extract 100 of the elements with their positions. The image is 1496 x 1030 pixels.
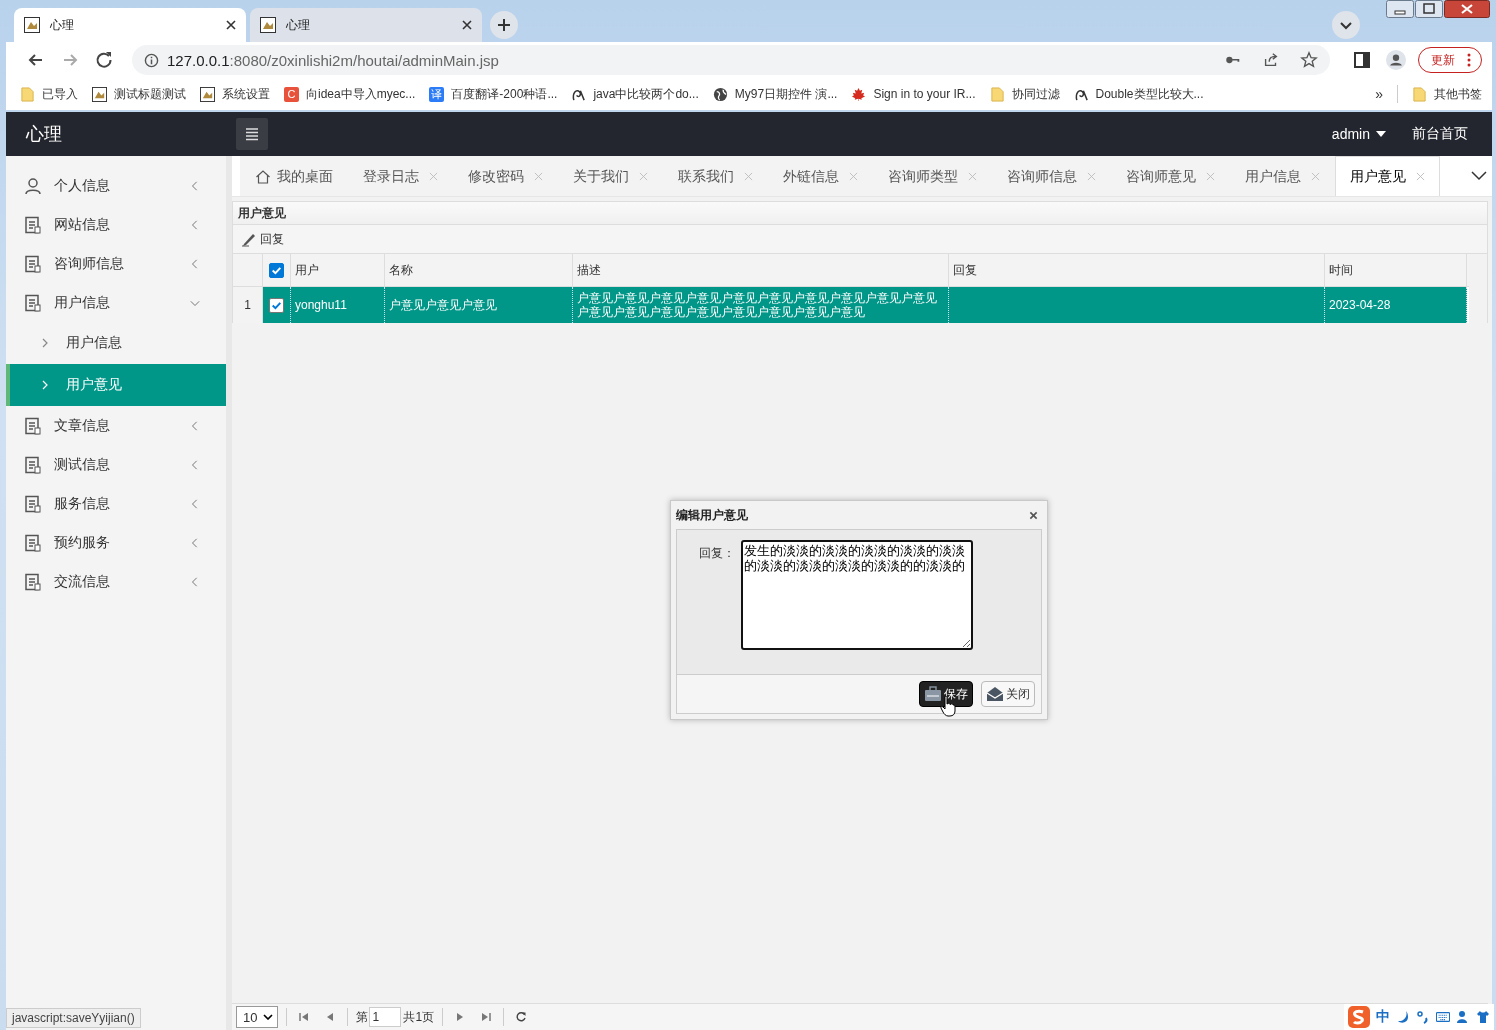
pen-icon xyxy=(241,231,257,247)
front-page-link[interactable]: 前台首页 xyxy=(1412,125,1468,143)
bookmark[interactable]: 系统设置 xyxy=(200,85,270,103)
image-icon xyxy=(200,86,215,102)
chevron-down-icon[interactable] xyxy=(1332,11,1360,39)
more-bookmarks[interactable]: » xyxy=(1375,86,1383,102)
bookmark[interactable]: java中比较两个do... xyxy=(571,85,699,103)
page-tab[interactable]: 联系我们 xyxy=(663,156,768,196)
caret-icon[interactable] xyxy=(1376,131,1386,137)
page-tab[interactable]: 我的桌面 xyxy=(240,156,348,196)
table-cell-text: 户意见户意见户意见户意见户意见户意见户意见户意见户意见户意见户意见户意见户意见户意见户意见户意见户意见户意见 xyxy=(577,290,938,320)
bookmark[interactable]: Sign in to your IR... xyxy=(851,86,976,102)
checkbox[interactable] xyxy=(269,262,284,278)
bookmark[interactable]: My97日期控件 演... xyxy=(712,85,838,103)
sidebar-item[interactable]: 服务信息 xyxy=(6,484,226,523)
moon-icon[interactable] xyxy=(1396,1010,1410,1024)
status-url: javascript:saveYyijian() xyxy=(6,1008,141,1028)
column-header[interactable]: 名称 xyxy=(385,254,573,286)
table-cell: 户意见户意见户意见 xyxy=(389,297,497,313)
close-button[interactable]: 关闭 xyxy=(981,681,1035,707)
refresh-icon[interactable] xyxy=(515,1011,528,1023)
punctuation-icon[interactable] xyxy=(1416,1010,1430,1024)
share-icon[interactable] xyxy=(1262,51,1280,69)
close-window-icon[interactable] xyxy=(1444,0,1490,18)
page-field[interactable]: 1 xyxy=(369,1007,402,1027)
bookmark[interactable]: Double类型比较大... xyxy=(1073,85,1204,103)
page-tab[interactable]: 外链信息 xyxy=(768,156,873,196)
avatar-icon[interactable] xyxy=(1386,50,1406,70)
checkbox[interactable] xyxy=(269,297,284,313)
browser-tab[interactable]: 心理 xyxy=(250,8,482,42)
shirt-icon[interactable] xyxy=(1476,1010,1490,1024)
info-icon xyxy=(144,52,159,68)
column-header[interactable]: 时间 xyxy=(1325,254,1467,286)
sidebar-item[interactable]: 个人信息 xyxy=(6,166,226,205)
reload-icon[interactable] xyxy=(94,50,114,70)
bookmark-label: 百度翻译-200种语... xyxy=(451,85,558,103)
sidebar-item[interactable]: 交流信息 xyxy=(6,562,226,601)
first-page-icon[interactable] xyxy=(298,1011,311,1023)
bookmark-label: 系统设置 xyxy=(222,85,270,103)
table-cell: 2023-04-28 xyxy=(1329,297,1391,313)
sidebar-item[interactable]: 用户信息 xyxy=(6,283,226,322)
user-menu[interactable]: admin xyxy=(1331,126,1370,142)
bookmark[interactable]: 已导入 xyxy=(20,85,78,103)
folder-icon xyxy=(1412,86,1427,102)
bookmark[interactable]: 协同过滤 xyxy=(989,85,1060,103)
update-button[interactable]: 更新 xyxy=(1418,47,1482,73)
more-icon[interactable] xyxy=(1467,53,1471,67)
last-page-icon[interactable] xyxy=(480,1011,493,1023)
page-tab[interactable]: 修改密码 xyxy=(453,156,558,196)
page-tab[interactable]: 登录日志 xyxy=(348,156,453,196)
page-size-select[interactable]: 10 xyxy=(236,1006,279,1028)
page-tab[interactable]: 咨询师信息 xyxy=(992,156,1111,196)
column-header[interactable]: 描述 xyxy=(573,254,949,286)
page-tab[interactable]: 用户信息 xyxy=(1230,156,1335,196)
maximize-icon[interactable] xyxy=(1415,0,1443,18)
close-icon[interactable] xyxy=(1029,510,1038,520)
bookmark-logo: 译 xyxy=(429,86,445,102)
sidebar-item[interactable]: 文章信息 xyxy=(6,406,226,445)
document-icon xyxy=(24,455,42,474)
user-icon[interactable] xyxy=(1456,1010,1470,1024)
keyboard-icon[interactable] xyxy=(1436,1010,1450,1024)
bookmark[interactable]: 测试标题测试 xyxy=(92,85,186,103)
page-tab[interactable]: 咨询师意见 xyxy=(1111,156,1230,196)
close-icon[interactable] xyxy=(226,20,236,30)
panel-title: 用户意见 xyxy=(232,201,1488,225)
maple-leaf-icon xyxy=(851,86,867,102)
bookmark[interactable]: 译 百度翻译-200种语... xyxy=(429,85,558,103)
input-method-logo-icon[interactable] xyxy=(1348,1006,1370,1028)
browser-tab[interactable]: 心理 xyxy=(14,8,246,42)
sidebar-item[interactable]: 测试信息 xyxy=(6,445,226,484)
bookmark-label: 协同过滤 xyxy=(1011,85,1060,103)
sidebar-subitem[interactable]: 用户信息 xyxy=(6,322,226,364)
bookmark-label: 测试标题测试 xyxy=(114,85,186,103)
sidebar-item[interactable]: 咨询师信息 xyxy=(6,244,226,283)
column-header[interactable]: 用户 xyxy=(291,254,385,286)
menu-icon[interactable] xyxy=(236,118,268,150)
address-field[interactable]: 127.0.0.1:8080/z0xinlishi2m/houtai/adminMain.jsp xyxy=(132,45,1330,75)
dialog-title: 编辑用户意见 xyxy=(676,506,748,524)
bookmark[interactable]: 其他书签 xyxy=(1412,85,1482,103)
field-label: 回复： xyxy=(699,545,735,562)
minimize-icon[interactable] xyxy=(1386,0,1414,18)
star-icon[interactable] xyxy=(1300,51,1318,69)
column-header[interactable]: 回复 xyxy=(949,254,1325,286)
page-tab[interactable]: 咨询师类型 xyxy=(873,156,992,196)
sidebar-item[interactable]: 预约服务 xyxy=(6,523,226,562)
sidebar-item[interactable]: 网站信息 xyxy=(6,205,226,244)
reply-button[interactable]: 回复 xyxy=(237,228,288,250)
sidebar-subitem[interactable]: 用户意见 xyxy=(6,364,226,406)
new-tab-icon[interactable] xyxy=(490,11,518,39)
page-tab[interactable]: 关于我们 xyxy=(558,156,663,196)
home-icon xyxy=(255,168,271,185)
bookmark[interactable]: C 向idea中导入myec... xyxy=(284,85,416,103)
input-mode[interactable]: 中 xyxy=(1376,1008,1390,1026)
table-row[interactable]: 1 yonghu11 户意见户意见户意见 户意见户意见户意见户意见户意见户意见户意见户意见户意见户意见户意见户意见户意见户意见户意见户意见户意见户意见 2023-04-28 xyxy=(233,287,1469,323)
document-icon xyxy=(24,416,42,435)
row-number: 1 xyxy=(233,287,263,323)
close-icon[interactable] xyxy=(462,20,472,30)
page-tab[interactable]: 用户意见 xyxy=(1335,156,1440,196)
side-panel-icon[interactable] xyxy=(1352,50,1372,70)
reply-field[interactable]: 发生的淡淡的淡淡的淡淡的淡淡的淡淡的淡淡的淡淡的淡淡的淡淡的的淡淡的 xyxy=(741,540,973,650)
